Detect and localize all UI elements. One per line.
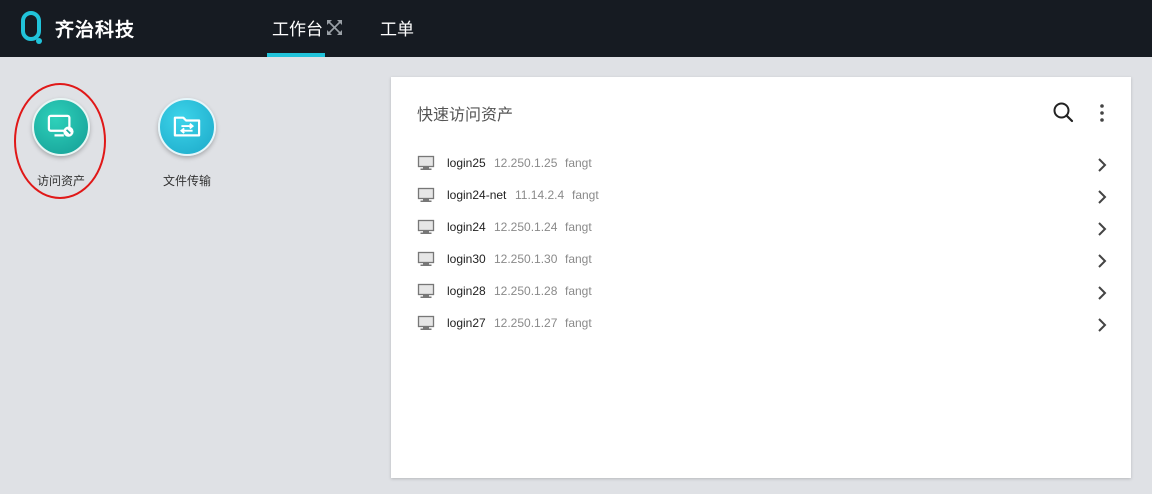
- asset-ip: 11.14.2.4: [515, 188, 565, 202]
- more-options-icon[interactable]: [1094, 103, 1110, 123]
- asset-user: fangt: [565, 316, 592, 330]
- app-icon-circle: [32, 98, 90, 156]
- asset-ip: 12.250.1.28: [494, 284, 558, 298]
- asset-row[interactable]: login27 12.250.1.27 fangt: [417, 309, 1109, 341]
- chevron-right-icon: [1098, 222, 1107, 236]
- file-transfer-icon: [173, 116, 201, 137]
- asset-row[interactable]: login25 12.250.1.25 fangt: [417, 149, 1109, 181]
- asset-name: login24: [447, 220, 486, 234]
- tab-workbench[interactable]: 工作台: [272, 15, 323, 40]
- panel-title: 快速访问资产: [417, 105, 514, 124]
- computer-icon: [417, 283, 435, 298]
- asset-name: login30: [447, 252, 486, 266]
- logo-icon: [21, 11, 42, 44]
- computer-icon: [417, 251, 435, 266]
- asset-ip: 12.250.1.27: [494, 316, 558, 330]
- app-label: 访问资产: [36, 174, 85, 188]
- asset-name: login25: [447, 156, 486, 170]
- app-icon-circle: [158, 98, 216, 156]
- asset-ip: 12.250.1.25: [494, 156, 558, 170]
- computer-icon: [417, 155, 435, 170]
- asset-ip: 12.250.1.30: [494, 252, 558, 266]
- expand-icon[interactable]: [326, 19, 343, 36]
- chevron-right-icon: [1098, 158, 1107, 172]
- chevron-right-icon: [1098, 318, 1107, 332]
- asset-user: fangt: [565, 252, 592, 266]
- asset-user: fangt: [565, 156, 592, 170]
- asset-row[interactable]: login28 12.250.1.28 fangt: [417, 277, 1109, 309]
- active-tab-indicator: [267, 53, 325, 57]
- quick-access-panel: 快速访问资产 login25 12.250.1.25 fangt login24…: [391, 77, 1131, 478]
- asset-row[interactable]: login30 12.250.1.30 fangt: [417, 245, 1109, 277]
- asset-list: login25 12.250.1.25 fangt login24-net 11…: [417, 149, 1109, 341]
- top-navigation-bar: 齐治科技 工作台 工单: [0, 0, 1152, 57]
- asset-name: login24-net: [447, 188, 507, 202]
- search-icon[interactable]: [1052, 101, 1074, 123]
- chevron-right-icon: [1098, 286, 1107, 300]
- asset-row[interactable]: login24-net 11.14.2.4 fangt: [417, 181, 1109, 213]
- asset-row[interactable]: login24 12.250.1.24 fangt: [417, 213, 1109, 245]
- chevron-right-icon: [1098, 190, 1107, 204]
- chevron-right-icon: [1098, 254, 1107, 268]
- tab-tickets[interactable]: 工单: [380, 15, 414, 40]
- asset-user: fangt: [572, 188, 599, 202]
- computer-icon: [417, 187, 435, 202]
- asset-name: login27: [447, 316, 486, 330]
- computer-icon: [417, 219, 435, 234]
- brand-name: 齐治科技: [55, 19, 136, 41]
- app-label: 文件传输: [162, 174, 211, 188]
- asset-user: fangt: [565, 220, 592, 234]
- asset-name: login28: [447, 284, 486, 298]
- computer-icon: [417, 315, 435, 330]
- asset-user: fangt: [565, 284, 592, 298]
- asset-ip: 12.250.1.24: [494, 220, 558, 234]
- monitor-icon: [47, 114, 74, 137]
